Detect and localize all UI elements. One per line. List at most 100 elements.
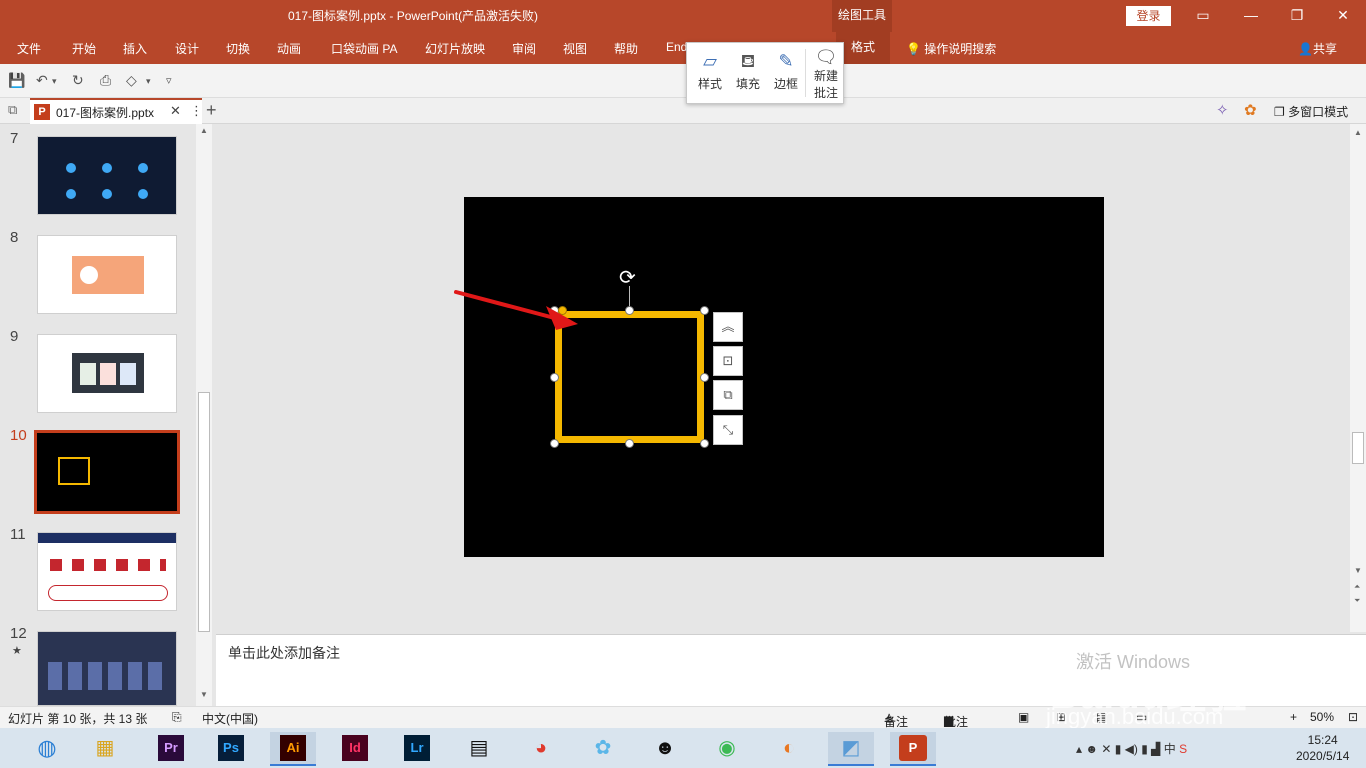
tab-slideshow[interactable]: 幻灯片放映 [425,40,485,57]
document-tab[interactable]: P 017-图标案例.pptx ✕ ⋮ [30,98,203,124]
minimize-button[interactable]: — [1228,0,1274,32]
premiere-icon[interactable]: Pr [148,732,194,766]
redo-icon[interactable]: ↻ [72,72,84,89]
resize-handle-right[interactable] [700,373,709,382]
sogou-icon[interactable]: S [1179,742,1187,756]
new-tab-icon[interactable]: + [206,100,217,121]
resize-handle-top[interactable] [625,306,634,315]
more-icon[interactable]: ⋮ [190,103,203,119]
align-button[interactable]: ⊡ [713,346,743,376]
scroll-down-icon[interactable]: ▼ [200,690,208,699]
style-button[interactable]: ▱ 样式 [691,47,729,101]
thumbnail-scrollbar[interactable]: ▲ ▼ [196,124,212,706]
sorter-view-icon[interactable]: ⊞ [1056,710,1066,724]
rotate-handle-icon[interactable]: ⟳ [619,265,636,290]
scroll-down-icon[interactable]: ▼ [1354,566,1362,575]
notepad-icon[interactable]: ◩ [828,732,874,766]
dot-icon [102,163,112,173]
scroll-thumb[interactable] [1352,432,1364,464]
shapes-dropdown-icon[interactable]: ▾ [146,76,151,87]
presenter-icon[interactable]: ⎙ [100,72,111,89]
powerpoint-taskbar-icon[interactable]: P [890,732,936,766]
next-slide-icon[interactable]: ⏷ [1354,596,1360,606]
reading-view-icon[interactable]: ▤ [1096,710,1107,724]
tab-pocket-animation[interactable]: 口袋动画 PA [331,40,397,57]
magic-wand-icon[interactable]: ✧ [1216,101,1229,119]
customize-toolbar-icon[interactable]: ▿ [166,74,172,87]
tab-design[interactable]: 设计 [175,40,199,57]
prev-slide-icon[interactable]: ⏶ [1354,582,1360,592]
powerpoint-taskbar-label: P [899,735,927,761]
normal-view-icon[interactable]: ▣ [1018,710,1029,724]
photoshop-icon[interactable]: Ps [208,732,254,766]
start-browser-icon[interactable]: ◍ [24,732,70,766]
notes-pane[interactable]: 单击此处添加备注 [216,634,1366,706]
close-tab-icon[interactable]: ✕ [170,103,181,119]
bring-forward-button[interactable]: ︽ [713,312,743,342]
login-button[interactable]: 登录 [1126,6,1171,26]
language[interactable]: 中文(中国) [202,710,258,727]
slide-thumbnail-9[interactable] [37,334,177,413]
resize-handle-top-right[interactable] [700,306,709,315]
slide-thumbnail-12[interactable] [37,631,177,706]
chat-app-icon[interactable]: ✿ [580,732,626,766]
fill-button[interactable]: ⛾ 填充 [729,47,767,101]
close-button[interactable]: ✕ [1320,0,1366,32]
slide-thumbnail-11[interactable] [37,532,177,611]
scroll-up-icon[interactable]: ▲ [1354,128,1362,137]
scroll-thumb[interactable] [198,392,210,632]
video-editor-icon[interactable]: ▤ [456,732,502,766]
multi-window-button[interactable]: ❐ 多窗口模式 [1274,103,1348,120]
chrome-icon[interactable]: ◉ [704,732,750,766]
shapes-icon[interactable]: ◇ [126,72,137,89]
undo-dropdown-icon[interactable]: ▾ [52,76,57,87]
canvas-scrollbar[interactable]: ▲ ▼ ⏶ ⏷ [1350,124,1366,632]
tab-end[interactable]: End [666,40,687,54]
indesign-icon[interactable]: Id [332,732,378,766]
ime-indicator[interactable]: 中 [1164,742,1176,756]
thumbnail-grid [66,163,150,207]
fit-to-window-icon[interactable]: ⊡ [1348,710,1358,724]
new-comment-button[interactable]: 🗨 新建 批注 [807,47,845,101]
border-button[interactable]: ✎ 边框 [767,47,805,101]
browser-icon[interactable]: ◐ [766,732,812,766]
qq-icon[interactable]: ☻ [642,732,688,766]
tab-help[interactable]: 帮助 [614,40,638,57]
system-tray[interactable]: ▴ ☻ ✕ ▮ ◀) ▮ ▟ 中 S [1076,740,1187,757]
tab-insert[interactable]: 插入 [123,40,147,57]
tab-transitions[interactable]: 切换 [226,40,250,57]
tab-home[interactable]: 开始 [72,40,96,57]
scroll-up-icon[interactable]: ▲ [200,126,208,135]
illustrator-icon[interactable]: Ai [270,732,316,766]
lightroom-icon[interactable]: Lr [394,732,440,766]
tab-animations[interactable]: 动画 [277,40,301,57]
restore-button[interactable]: ❐ [1274,0,1320,32]
ribbon-display-icon[interactable]: ▭ [1180,0,1226,32]
slide-thumbnail-7[interactable] [37,136,177,215]
page-icon[interactable]: ⧉ [8,102,17,118]
thumbnail-card [72,256,144,294]
slide-thumbnail-10[interactable] [34,430,180,514]
tab-view[interactable]: 视图 [563,40,587,57]
resize-handle-bottom[interactable] [625,439,634,448]
paint-app-icon[interactable]: ◕ [518,732,564,766]
size-button[interactable]: ⤡ [713,415,743,445]
zoom-in-icon[interactable]: + [1290,710,1297,724]
file-explorer-icon[interactable]: ▦ [82,732,128,766]
tab-file[interactable]: 文件 [17,40,41,57]
spellcheck-icon[interactable]: ⎘ [172,710,182,725]
share-button[interactable]: 👤共享 [1298,40,1337,57]
tell-me-search[interactable]: 💡 操作说明搜索 [906,40,996,57]
resize-handle-bottom-right[interactable] [700,439,709,448]
system-clock[interactable]: 15:24 2020/5/14 [1296,732,1349,764]
arrange-button[interactable]: ⧉ [713,380,743,410]
undo-icon[interactable]: ↶ [36,72,48,89]
tab-review[interactable]: 审阅 [512,40,536,57]
resize-handle-bottom-left[interactable] [550,439,559,448]
gear-icon[interactable]: ✿ [1244,101,1257,119]
save-icon[interactable]: 💾 [8,72,25,89]
slideshow-view-icon[interactable]: ▭ [1136,710,1147,724]
resize-handle-left[interactable] [550,373,559,382]
slide-thumbnail-8[interactable] [37,235,177,314]
zoom-level[interactable]: 50% [1310,710,1334,724]
